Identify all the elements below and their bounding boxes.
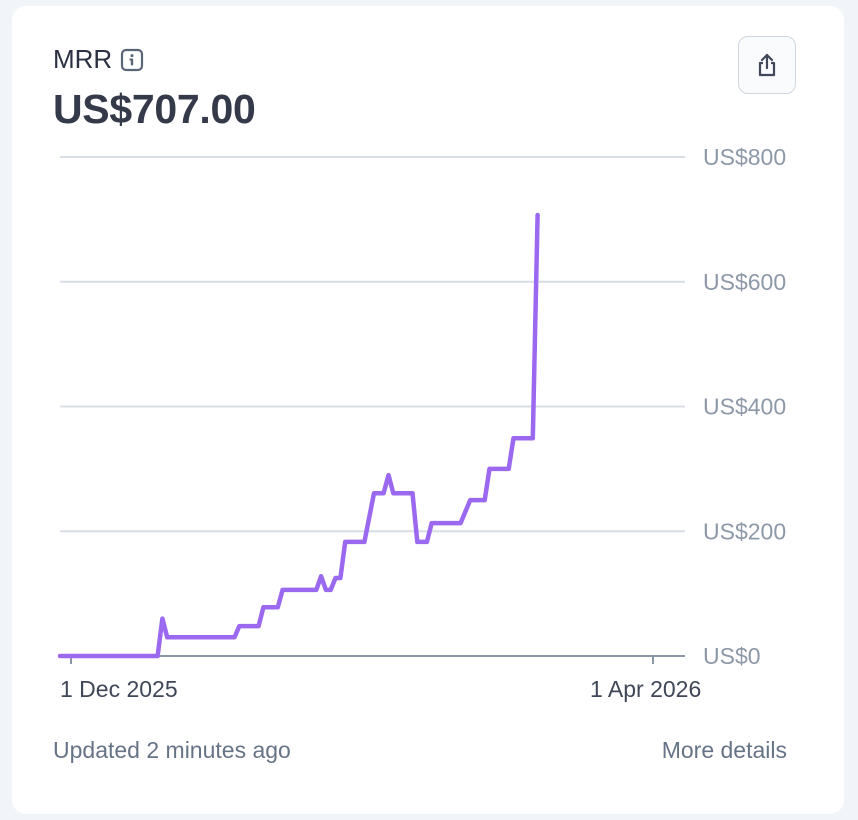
x-tick-label: 1 Apr 2026 bbox=[590, 676, 701, 702]
x-tick-label: 1 Dec 2025 bbox=[60, 676, 178, 702]
y-tick-label: US$400 bbox=[703, 394, 786, 420]
x-axis: 1 Dec 2025 1 Apr 2026 bbox=[60, 655, 701, 702]
y-tick-label: US$600 bbox=[703, 269, 786, 295]
mrr-card: MRR US$707.00 US$0 US$200 US$400 US$600 US$8… bbox=[12, 6, 844, 814]
y-tick-label: US$200 bbox=[703, 518, 786, 544]
more-details-link[interactable]: More details bbox=[662, 737, 787, 764]
mrr-line-chart: US$0US$200US$400US$600US$800 1 Dec 2025 1… bbox=[57, 144, 786, 702]
updated-timestamp: Updated 2 minutes ago bbox=[53, 737, 291, 763]
chart-grid bbox=[60, 156, 685, 533]
y-tick-label: US$0 bbox=[703, 643, 761, 669]
y-axis-labels: US$0 US$200 US$400 US$600 US$800 bbox=[703, 144, 786, 669]
y-tick-label: US$800 bbox=[703, 144, 786, 170]
